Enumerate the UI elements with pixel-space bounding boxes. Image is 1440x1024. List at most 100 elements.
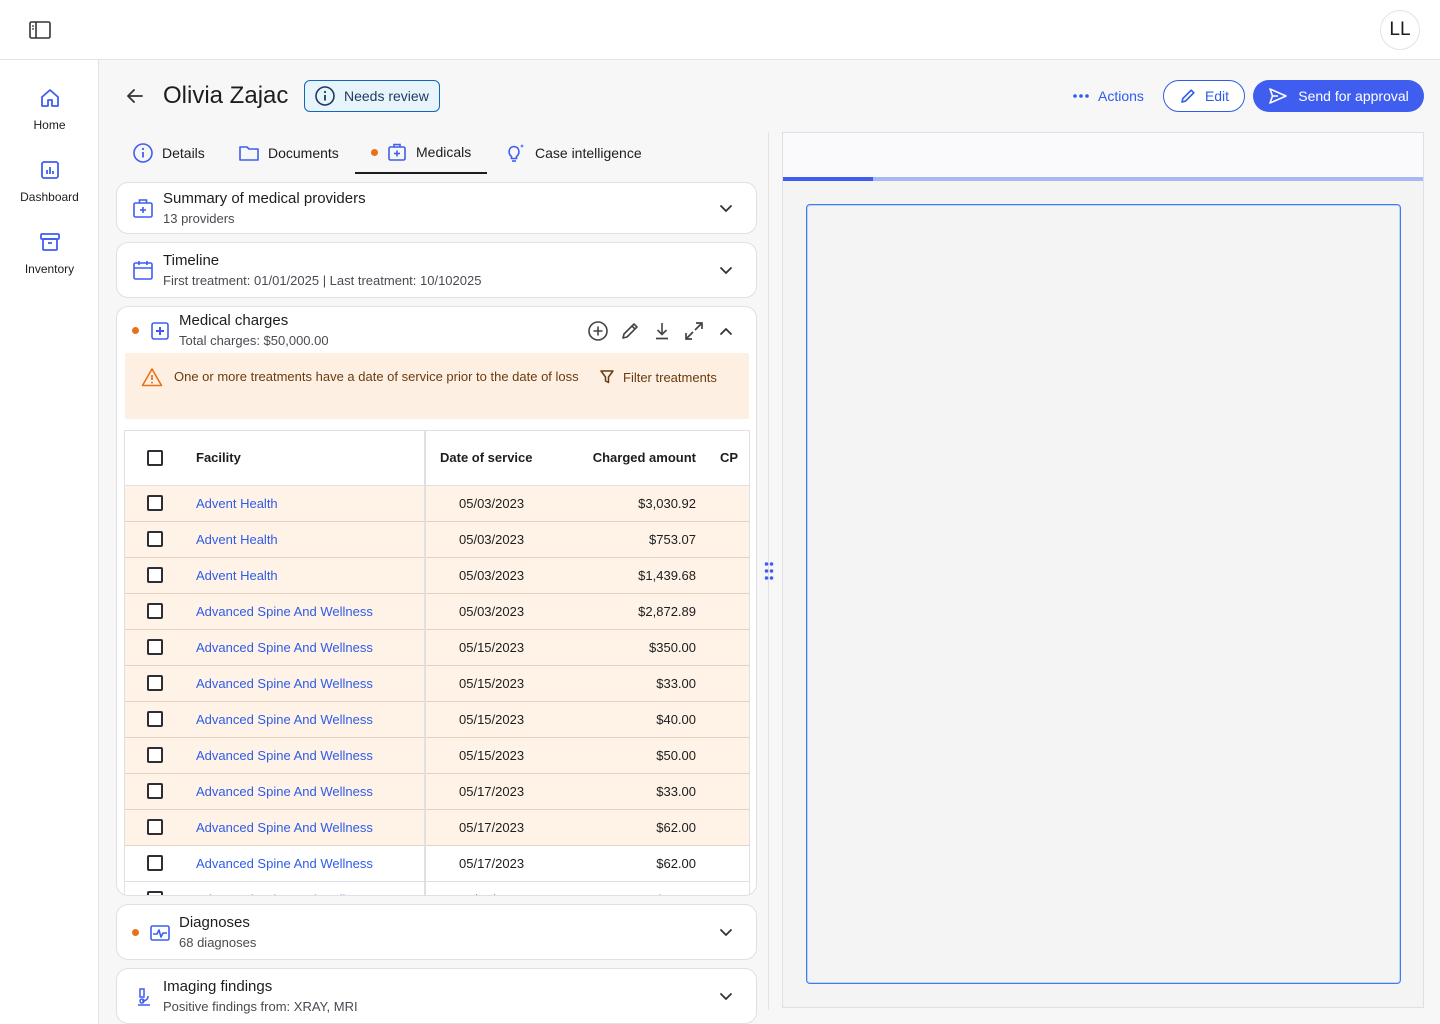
chevron-down-icon[interactable]	[717, 199, 735, 217]
column-header-facility[interactable]: Facility	[185, 431, 426, 486]
diagnoses-card[interactable]: Diagnoses 68 diagnoses	[116, 904, 757, 960]
chevron-down-icon[interactable]	[717, 923, 735, 941]
sidebar-toggle-icon[interactable]	[28, 19, 52, 41]
page-title: Olivia Zajac	[163, 82, 289, 109]
charged-amount-cell: $753.07	[555, 521, 710, 558]
tab-details[interactable]: Details	[132, 132, 205, 174]
date-of-service-cell: 05/03/2023	[425, 485, 555, 522]
table-row[interactable]: Advanced Spine And Wellness 05/15/2023 $35…	[125, 629, 749, 666]
tab-bar: Details Documents Medicals Case intellig…	[116, 132, 756, 174]
row-checkbox[interactable]	[147, 567, 163, 583]
column-header-cp[interactable]: CP	[710, 431, 749, 486]
row-checkbox[interactable]	[147, 855, 163, 871]
date-of-service-cell: 05/15/2023	[425, 701, 555, 738]
row-checkbox[interactable]	[147, 639, 163, 655]
row-checkbox[interactable]	[147, 783, 163, 799]
row-checkbox[interactable]	[147, 603, 163, 619]
drag-handle-icon[interactable]	[763, 561, 775, 581]
cp-cell	[710, 773, 749, 810]
table-row[interactable]: Advent Health 05/03/2023 $1,439.68	[125, 557, 749, 594]
select-all-checkbox[interactable]	[147, 449, 163, 466]
table-row[interactable]: Advanced Spine And Wellness 05/03/2023 $2,…	[125, 593, 749, 630]
info-icon	[132, 142, 154, 164]
row-checkbox[interactable]	[147, 675, 163, 691]
cp-cell	[710, 665, 749, 702]
back-arrow-icon[interactable]	[123, 84, 147, 108]
avatar[interactable]: LL	[1380, 10, 1420, 50]
facility-link[interactable]: Advent Health	[196, 496, 278, 511]
tab-documents[interactable]: Documents	[238, 132, 339, 174]
summary-providers-card[interactable]: Summary of medical providers 13 provider…	[116, 182, 757, 234]
facility-link[interactable]: Advanced Spine And Wellness	[196, 604, 373, 619]
table-row[interactable]: Advanced Spine And Wellness 05/17/2023$48…	[125, 881, 749, 896]
warning-text: One or more treatments have a date of se…	[174, 369, 579, 384]
vitals-chart-icon	[149, 922, 171, 944]
imaging-findings-card[interactable]: Imaging findings Positive findings from:…	[116, 968, 757, 1024]
expand-icon[interactable]	[683, 320, 705, 342]
cp-cell	[710, 845, 749, 882]
folder-icon	[238, 142, 260, 164]
row-checkbox[interactable]	[147, 495, 163, 511]
send-for-approval-button[interactable]: Send for approval	[1253, 80, 1424, 112]
download-icon[interactable]	[651, 320, 673, 342]
table-row[interactable]: Advanced Spine And Wellness 05/15/2023 $40…	[125, 701, 749, 738]
facility-link[interactable]: Advanced Spine And Wellness	[196, 784, 373, 799]
column-header-charged-amount[interactable]: Charged amount	[555, 431, 710, 486]
table-header-row: Facility Date of service Charged amount …	[125, 431, 749, 486]
lightbulb-icon	[503, 141, 527, 165]
facility-link[interactable]: Advanced Spine And Wellness	[196, 640, 373, 655]
edit-button[interactable]: Edit	[1163, 80, 1245, 112]
table-row[interactable]: Advanced Spine And Wellness 05/17/2023 $33…	[125, 773, 749, 810]
chevron-down-icon[interactable]	[717, 261, 735, 279]
column-header-date-of-service[interactable]: Date of service	[425, 431, 555, 486]
add-circle-icon[interactable]	[587, 320, 609, 342]
table-row[interactable]: Advanced Spine And Wellness 05/15/2023 $33…	[125, 665, 749, 702]
status-badge: Needs review	[304, 80, 440, 112]
facility-link[interactable]: Advanced Spine And Wellness	[196, 748, 373, 763]
inventory-icon	[38, 230, 62, 254]
chevron-down-icon[interactable]	[717, 987, 735, 1005]
send-icon	[1268, 87, 1288, 105]
tab-case-intelligence[interactable]: Case intelligence	[503, 132, 642, 174]
facility-link[interactable]: Advent Health	[196, 568, 278, 583]
row-checkbox[interactable]	[147, 711, 163, 727]
row-checkbox[interactable]	[147, 747, 163, 763]
row-checkbox[interactable]	[147, 819, 163, 835]
left-nav: Home Dashboard Inventory	[0, 60, 99, 1024]
actions-button[interactable]: Actions	[1072, 84, 1144, 108]
facility-link[interactable]: Advanced Spine And Wellness	[196, 676, 373, 691]
tab-label: Medicals	[416, 144, 472, 160]
nav-item-dashboard[interactable]: Dashboard	[0, 158, 99, 206]
send-label: Send for approval	[1298, 88, 1409, 104]
info-icon	[314, 85, 336, 107]
facility-link[interactable]: Advanced Spine And Wellness	[196, 856, 373, 871]
cp-cell	[710, 629, 749, 666]
timeline-card[interactable]: Timeline First treatment: 01/01/2025 | L…	[116, 242, 757, 298]
facility-link[interactable]: Advent Health	[196, 532, 278, 547]
nav-item-inventory[interactable]: Inventory	[0, 230, 99, 278]
card-subtitle: Total charges: $50,000.00	[179, 333, 329, 348]
row-checkbox[interactable]	[147, 531, 163, 547]
facility-link[interactable]: Advanced Spine And Wellness	[196, 892, 373, 896]
pencil-icon[interactable]	[619, 320, 641, 342]
facility-link[interactable]: Advanced Spine And Wellness	[196, 712, 373, 727]
nav-item-home[interactable]: Home	[0, 86, 99, 134]
filter-treatments-button[interactable]: Filter treatments	[599, 369, 717, 385]
table-row[interactable]: Advent Health 05/03/2023 $753.07	[125, 521, 749, 558]
table-row[interactable]: Advent Health 05/03/2023 $3,030.92	[125, 485, 749, 522]
table-row[interactable]: Advanced Spine And Wellness 05/17/2023 $62…	[125, 809, 749, 846]
card-title: Diagnoses	[179, 914, 250, 931]
charged-amount-cell: $40.00	[555, 701, 710, 738]
table-row[interactable]: Advanced Spine And Wellness 05/17/2023 $62…	[125, 845, 749, 882]
chevron-up-icon[interactable]	[715, 320, 737, 342]
charges-table: Facility Date of service Charged amount …	[124, 430, 750, 895]
medical-kit-icon	[386, 141, 408, 163]
facility-link[interactable]: Advanced Spine And Wellness	[196, 820, 373, 835]
medical-charges-card: Medical charges Total charges: $50,000.0…	[116, 306, 757, 896]
home-icon	[38, 86, 62, 110]
document-page[interactable]	[806, 204, 1401, 984]
charged-amount-cell: $33.00	[555, 773, 710, 810]
tab-medicals[interactable]: Medicals	[355, 132, 488, 174]
table-row[interactable]: Advanced Spine And Wellness 05/15/2023 $50…	[125, 737, 749, 774]
row-checkbox[interactable]	[147, 891, 163, 895]
